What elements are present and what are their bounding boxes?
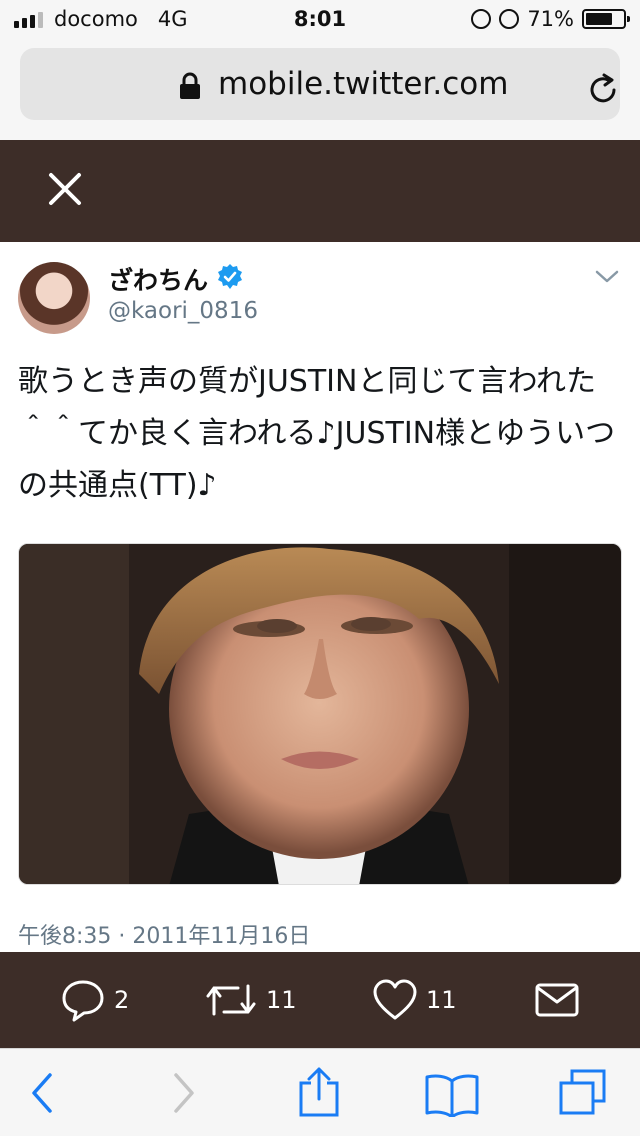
tweet-text: 歌うとき声の質がJUSTINと同じて言われた＾＾てか良く言われる♪JUSTIN様…	[18, 364, 616, 503]
tweet-timestamp[interactable]: 午後8:35 · 2011年11月16日	[18, 918, 310, 950]
display-name[interactable]: ざわちん	[108, 261, 208, 297]
tabs-icon[interactable]	[556, 1067, 610, 1119]
reply-icon	[62, 980, 104, 1022]
battery-fill	[586, 13, 612, 25]
battery-percent: 71%	[527, 7, 574, 31]
back-icon[interactable]	[28, 1071, 58, 1115]
bookmarks-icon[interactable]	[424, 1071, 480, 1117]
avatar[interactable]	[18, 262, 90, 334]
share-icon[interactable]	[296, 1065, 342, 1119]
lock-icon	[180, 72, 200, 99]
reply-button[interactable]: 2	[60, 976, 129, 1024]
url-text[interactable]: mobile.twitter.com	[218, 66, 508, 102]
envelope-icon	[535, 983, 579, 1017]
heart-icon	[373, 979, 417, 1020]
status-bar: docomo 4G 8:01 71%	[0, 0, 640, 40]
reload-icon[interactable]	[586, 72, 622, 108]
like-count: 11	[426, 986, 457, 1014]
battery-icon	[582, 9, 630, 29]
direct-message-button[interactable]	[534, 976, 580, 1024]
tweet-action-bar: 2 11 11	[0, 952, 640, 1048]
verified-badge-icon	[218, 264, 242, 289]
like-button[interactable]: 11	[372, 976, 457, 1024]
chevron-down-icon[interactable]	[594, 266, 620, 286]
tweet-photo[interactable]	[18, 543, 622, 885]
browser-toolbar	[0, 1048, 640, 1136]
retweet-icon	[206, 984, 256, 1016]
reply-count: 2	[114, 986, 130, 1014]
forward-icon[interactable]	[168, 1071, 198, 1115]
alarm-icon	[499, 9, 520, 29]
twitter-header	[0, 140, 640, 242]
orientation-lock-icon	[471, 9, 492, 29]
status-right-group: 71%	[471, 7, 630, 31]
browser-address-area: mobile.twitter.com	[0, 40, 640, 140]
address-bar[interactable]: mobile.twitter.com	[20, 48, 620, 120]
portrait-photo-image	[19, 544, 621, 884]
user-handle[interactable]: @kaori_0816	[108, 298, 258, 324]
retweet-button[interactable]: 11	[204, 976, 297, 1024]
retweet-count: 11	[266, 986, 297, 1014]
close-icon[interactable]	[40, 164, 90, 214]
